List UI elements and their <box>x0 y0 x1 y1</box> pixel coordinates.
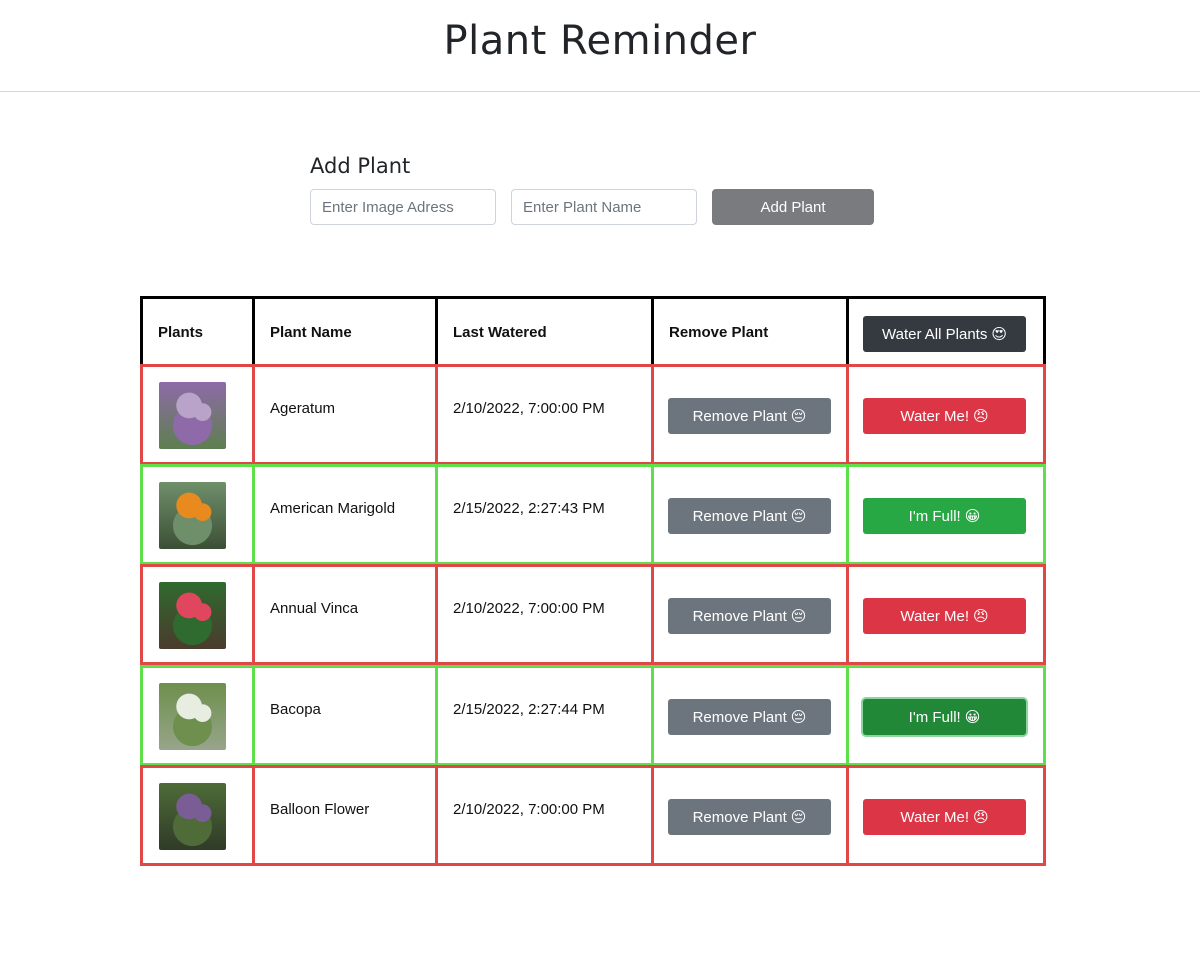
table-row: Ageratum 2/10/2022, 7:00:00 PM Remove Plan… <box>140 364 1046 465</box>
header-plant-name: Plant Name <box>270 324 352 341</box>
pensive-face-icon: 😔 <box>790 407 807 425</box>
last-watered: 2/10/2022, 7:00:00 PM <box>453 600 605 617</box>
water-me-button[interactable]: Water Me! 😠 <box>863 598 1026 634</box>
plant-name: Balloon Flower <box>270 801 370 818</box>
plant-name: Annual Vinca <box>270 600 359 617</box>
image-address-input[interactable] <box>310 189 496 225</box>
water-me-button[interactable]: Water Me! 😠 <box>863 799 1026 835</box>
grinning-face-icon: 😀 <box>964 507 981 525</box>
angry-face-icon: 😠 <box>972 407 989 425</box>
add-plant-title: Add Plant <box>310 154 411 178</box>
page-title: Plant Reminder <box>443 18 757 64</box>
page-header: Plant Reminder <box>0 0 1200 92</box>
heart-eyes-icon: 😍 <box>991 325 1007 343</box>
last-watered: 2/10/2022, 7:00:00 PM <box>453 400 605 417</box>
plant-image <box>159 783 226 850</box>
plant-image <box>159 683 226 750</box>
grinning-face-icon: 😀 <box>964 708 981 726</box>
plant-image <box>159 382 226 449</box>
im-full-button[interactable]: I'm Full! 😀 <box>863 699 1026 735</box>
header-last-watered: Last Watered <box>453 324 547 341</box>
angry-face-icon: 😠 <box>972 607 989 625</box>
plant-image <box>159 582 226 649</box>
plant-name: American Marigold <box>270 500 396 517</box>
remove-plant-button[interactable]: Remove Plant 😔 <box>668 598 831 634</box>
plant-name-input[interactable] <box>511 189 697 225</box>
plant-name: Ageratum <box>270 400 336 417</box>
remove-plant-button[interactable]: Remove Plant 😔 <box>668 799 831 835</box>
table-row: American Marigold 2/15/2022, 2:27:43 PM Re… <box>140 464 1046 565</box>
remove-plant-button[interactable]: Remove Plant 😔 <box>668 498 831 534</box>
add-plant-button[interactable]: Add Plant <box>712 189 874 225</box>
remove-plant-button[interactable]: Remove Plant 😔 <box>668 398 831 434</box>
angry-face-icon: 😠 <box>972 808 989 826</box>
im-full-button[interactable]: I'm Full! 😀 <box>863 498 1026 534</box>
pensive-face-icon: 😔 <box>790 708 807 726</box>
water-all-plants-button[interactable]: Water All Plants 😍 <box>863 316 1026 352</box>
last-watered: 2/10/2022, 7:00:00 PM <box>453 801 605 818</box>
water-me-button[interactable]: Water Me! 😠 <box>863 398 1026 434</box>
table-row: Balloon Flower 2/10/2022, 7:00:00 PM Remov… <box>140 765 1046 866</box>
plant-name: Bacopa <box>270 701 321 718</box>
last-watered: 2/15/2022, 2:27:44 PM <box>453 701 605 718</box>
remove-plant-button[interactable]: Remove Plant 😔 <box>668 699 831 735</box>
pensive-face-icon: 😔 <box>790 808 807 826</box>
table-header-row: Plants Plant Name Last Watered Remove Pl… <box>140 296 1046 367</box>
plant-image <box>159 482 226 549</box>
pensive-face-icon: 😔 <box>790 507 807 525</box>
table-row: Annual Vinca 2/10/2022, 7:00:00 PM Remove … <box>140 564 1046 665</box>
table-row: Bacopa 2/15/2022, 2:27:44 PM Remove Plant 😔… <box>140 665 1046 766</box>
header-plants: Plants <box>158 324 204 341</box>
header-remove-plant: Remove Plant <box>669 324 769 341</box>
last-watered: 2/15/2022, 2:27:43 PM <box>453 500 605 517</box>
pensive-face-icon: 😔 <box>790 607 807 625</box>
